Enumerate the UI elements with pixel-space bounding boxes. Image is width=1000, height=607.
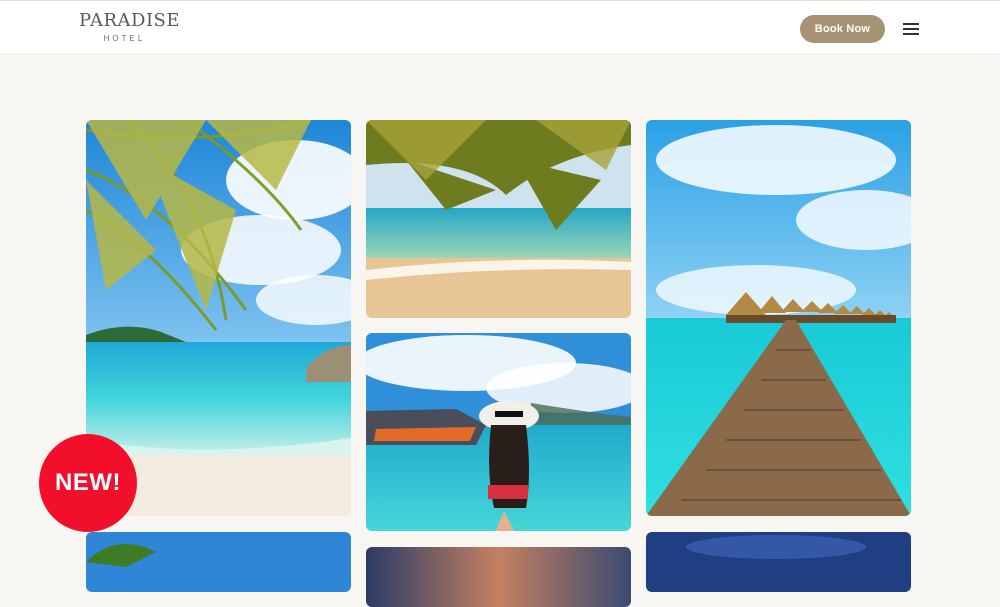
gallery-photo-sandy-shore[interactable] <box>366 120 631 318</box>
gallery-photo-overwater-bungalows[interactable] <box>646 120 911 516</box>
hamburger-menu-icon[interactable] <box>903 22 919 36</box>
gallery-photo-sunset[interactable] <box>366 547 631 607</box>
menu-line <box>903 23 919 25</box>
gallery-photo-night-sky[interactable] <box>646 532 911 592</box>
woman-speedboat-image <box>366 333 631 531</box>
palm-blue-sky-image <box>86 532 351 592</box>
overwater-bungalows-image <box>646 120 911 516</box>
menu-line <box>903 33 919 35</box>
sunset-image <box>366 547 631 607</box>
night-sky-image <box>646 532 911 592</box>
book-now-button[interactable]: Book Now <box>800 15 885 43</box>
gallery-photo-palm-blue-sky[interactable] <box>86 532 351 592</box>
logo-name: PARADISE <box>79 10 181 31</box>
logo-subtitle: HOTEL <box>103 34 146 43</box>
new-badge: NEW! <box>39 434 137 532</box>
gallery-photo-woman-speedboat[interactable] <box>366 333 631 531</box>
hotel-logo[interactable]: PARADISE HOTEL <box>79 10 181 44</box>
site-header: PARADISE HOTEL Book Now <box>0 0 1000 55</box>
sandy-shore-image <box>366 120 631 318</box>
menu-line <box>903 28 919 30</box>
